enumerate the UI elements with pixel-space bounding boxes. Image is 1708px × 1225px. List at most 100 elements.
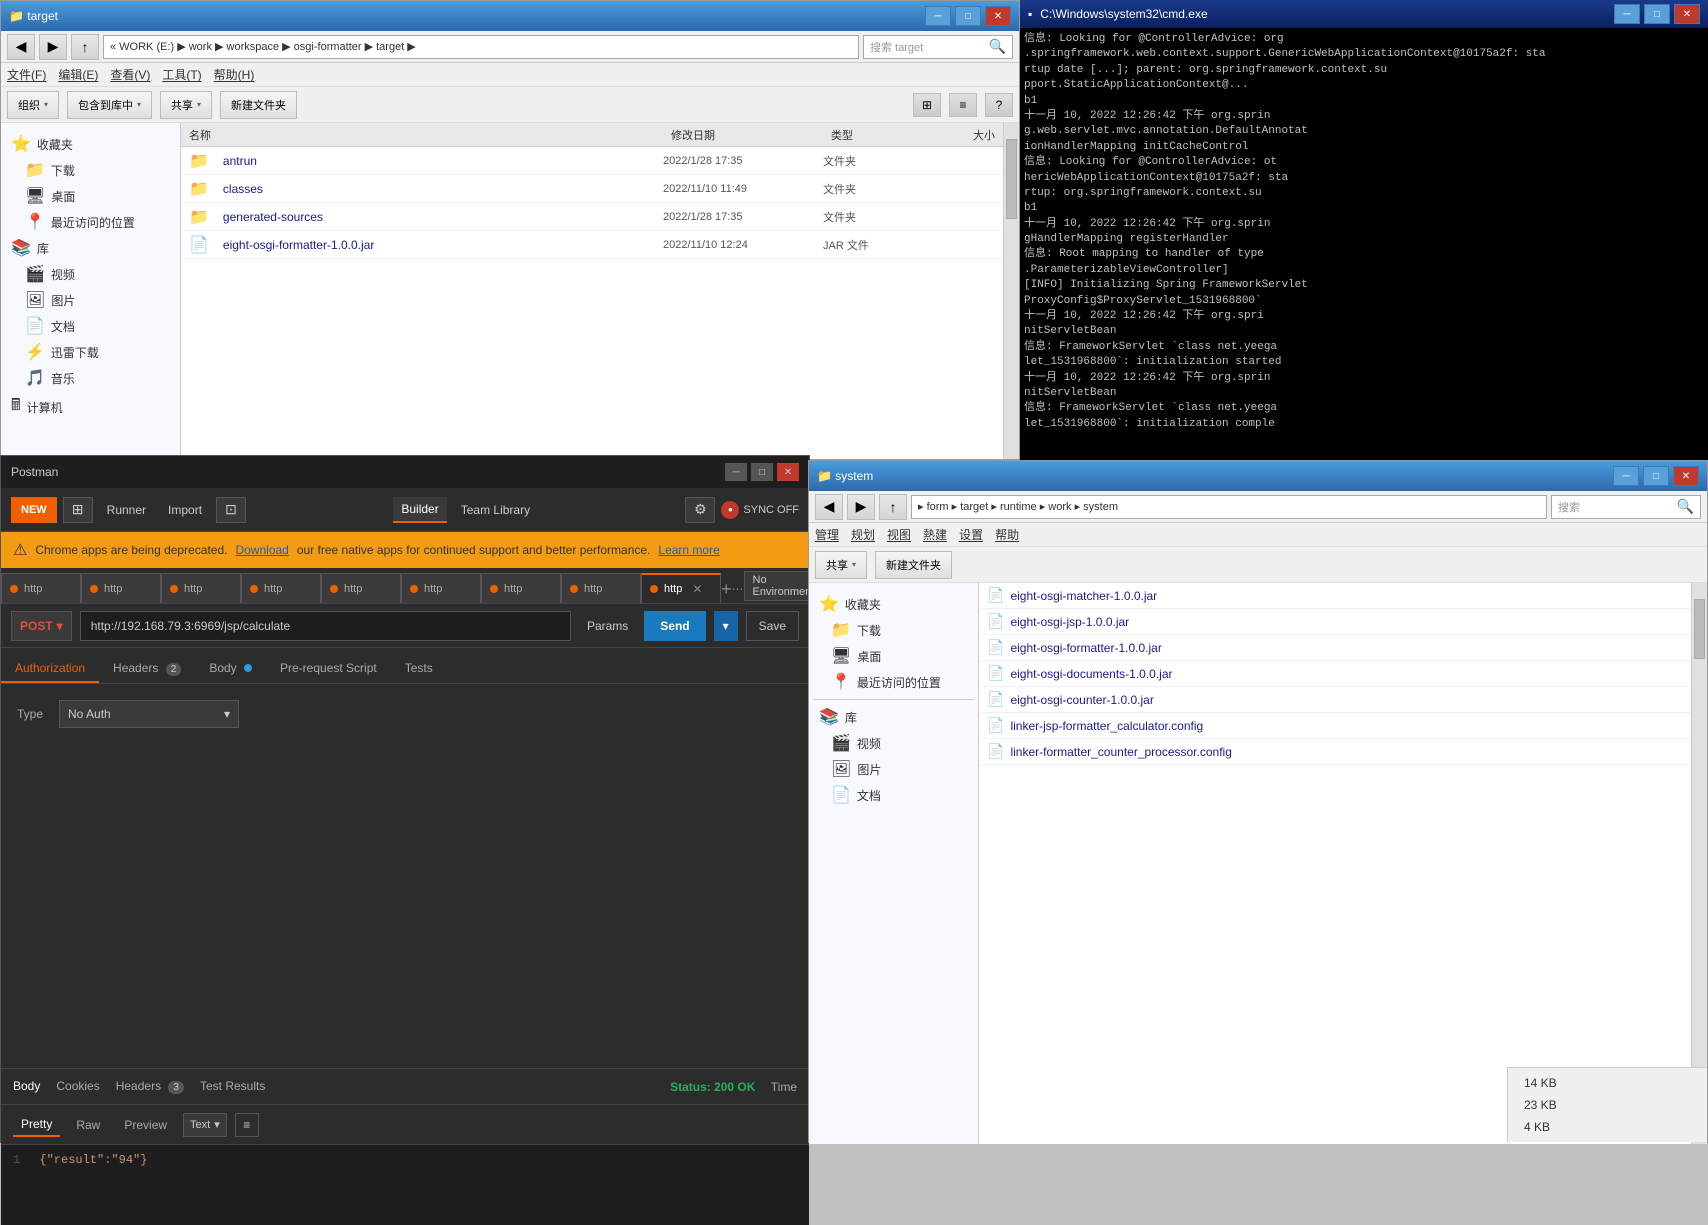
- table-row[interactable]: 📁 antrun 2022/1/28 17:35 文件夹: [181, 147, 1003, 175]
- table-row[interactable]: 📄 linker-formatter_counter_processor.con…: [979, 739, 1691, 765]
- layout-icon-button[interactable]: ⊞: [63, 497, 93, 523]
- tab-pre-request-script[interactable]: Pre-request Script: [266, 655, 391, 683]
- table-row[interactable]: 📄 eight-osgi-counter-1.0.0.jar: [979, 687, 1691, 713]
- new-folder-button[interactable]: 新建文件夹: [220, 91, 297, 119]
- sidebar-item-desktop[interactable]: 🖥桌面: [5, 183, 176, 209]
- new-tab-icon-button[interactable]: ⊡: [216, 497, 246, 523]
- col-header-name[interactable]: 名称: [181, 127, 663, 143]
- response-tab-cookies[interactable]: Cookies: [56, 1073, 99, 1101]
- up-button[interactable]: ↑: [71, 34, 99, 60]
- tab-http-active[interactable]: http ✕: [641, 573, 721, 603]
- tab-headers[interactable]: Headers 2: [99, 655, 195, 683]
- response-tab-headers[interactable]: Headers 3: [116, 1073, 184, 1101]
- second-search-box[interactable]: 搜索 🔍: [1551, 495, 1701, 519]
- team-library-button[interactable]: Team Library: [453, 497, 538, 523]
- second-sidebar-desktop[interactable]: 🖥桌面: [813, 643, 974, 669]
- second-sidebar-favorites[interactable]: ⭐收藏夹: [813, 591, 974, 617]
- learn-more-link[interactable]: Learn more: [658, 543, 719, 557]
- tab-close-button[interactable]: ✕: [692, 582, 702, 596]
- table-row[interactable]: 📄 eight-osgi-formatter-1.0.0.jar: [979, 635, 1691, 661]
- sidebar-item-pictures[interactable]: 🖼图片: [5, 287, 176, 313]
- second-sidebar-downloads[interactable]: 📁下载: [813, 617, 974, 643]
- table-row[interactable]: 📄 eight-osgi-jsp-1.0.0.jar: [979, 609, 1691, 635]
- menu-view[interactable]: 查看(V): [110, 66, 150, 83]
- sidebar-item-downloads[interactable]: 📁下载: [5, 157, 176, 183]
- response-tab-body[interactable]: Body: [13, 1073, 40, 1101]
- tab-http-2[interactable]: http: [81, 573, 161, 603]
- sidebar-item-docs[interactable]: 📄文档: [5, 313, 176, 339]
- second-vertical-scrollbar[interactable]: [1691, 583, 1707, 1144]
- raw-button[interactable]: Raw: [68, 1114, 108, 1136]
- format-select[interactable]: Text ▾: [183, 1113, 227, 1137]
- second-forward-button[interactable]: ▶: [847, 494, 875, 520]
- table-row[interactable]: 📄 eight-osgi-formatter-1.0.0.jar 2022/11…: [181, 231, 1003, 259]
- sync-button[interactable]: ● SYNC OFF: [721, 501, 799, 519]
- second-new-folder-button[interactable]: 新建文件夹: [875, 551, 952, 579]
- preview-button[interactable]: Preview: [116, 1114, 175, 1136]
- postman-close-button[interactable]: ✕: [777, 463, 799, 481]
- minimize-button[interactable]: ─: [925, 6, 951, 26]
- tab-tests[interactable]: Tests: [391, 655, 447, 683]
- cmd-minimize-button[interactable]: ─: [1614, 4, 1640, 24]
- second-menu-help[interactable]: 设置: [959, 526, 983, 543]
- tab-http-7[interactable]: http: [481, 573, 561, 603]
- sidebar-item-computer[interactable]: 🖩计算机: [5, 391, 176, 424]
- more-tabs-button[interactable]: ⋯: [732, 575, 744, 603]
- col-header-type[interactable]: 类型: [823, 127, 923, 143]
- response-tab-test-results[interactable]: Test Results: [200, 1073, 265, 1101]
- search-box[interactable]: 搜索 target 🔍: [863, 35, 1013, 59]
- menu-file[interactable]: 文件(F): [7, 66, 46, 83]
- sidebar-item-library[interactable]: 📚库: [5, 235, 176, 261]
- second-menu-file[interactable]: 管理: [815, 526, 839, 543]
- search-icon[interactable]: 🔍: [989, 38, 1006, 55]
- add-tab-button[interactable]: +: [721, 575, 732, 603]
- tab-http-5[interactable]: http: [321, 573, 401, 603]
- include-library-button[interactable]: 包含到库中 ▾: [67, 91, 152, 119]
- col-header-date[interactable]: 修改日期: [663, 127, 823, 143]
- builder-button[interactable]: Builder: [393, 497, 446, 523]
- download-link[interactable]: Download: [235, 543, 288, 557]
- address-bar[interactable]: « WORK (E:) ▶ work ▶ workspace ▶ osgi-fo…: [103, 35, 859, 59]
- vertical-scrollbar[interactable]: [1003, 123, 1019, 459]
- sidebar-item-xunlei[interactable]: ⚡迅雷下载: [5, 339, 176, 365]
- sidebar-item-video[interactable]: 🎬视频: [5, 261, 176, 287]
- col-header-size[interactable]: 大小: [923, 127, 1003, 143]
- postman-maximize-button[interactable]: □: [751, 463, 773, 481]
- postman-minimize-button[interactable]: ─: [725, 463, 747, 481]
- view-details-button[interactable]: ≡: [949, 93, 977, 117]
- import-button[interactable]: Import: [160, 497, 210, 523]
- second-sidebar-recent[interactable]: 📍最近访问的位置: [813, 669, 974, 695]
- maximize-button[interactable]: □: [955, 6, 981, 26]
- cmd-maximize-button[interactable]: □: [1644, 4, 1670, 24]
- wrap-button[interactable]: ≡: [235, 1113, 259, 1137]
- url-input[interactable]: [80, 611, 571, 641]
- share-button[interactable]: 共享 ▾: [160, 91, 212, 119]
- tab-http-6[interactable]: http: [401, 573, 481, 603]
- sidebar-item-music[interactable]: 🎵音乐: [5, 365, 176, 391]
- table-row[interactable]: 📁 generated-sources 2022/1/28 17:35 文件夹: [181, 203, 1003, 231]
- second-scroll-thumb[interactable]: [1694, 599, 1705, 659]
- tab-authorization[interactable]: Authorization: [1, 655, 99, 683]
- save-button[interactable]: Save: [746, 611, 799, 641]
- menu-help[interactable]: 帮助(H): [214, 66, 255, 83]
- second-share-button[interactable]: 共享 ▾: [815, 551, 867, 579]
- tab-http-8[interactable]: http: [561, 573, 641, 603]
- auth-type-select[interactable]: No Auth ▾: [59, 700, 239, 728]
- method-select[interactable]: POST ▾: [11, 611, 72, 641]
- second-minimize-button[interactable]: ─: [1613, 466, 1639, 486]
- close-button[interactable]: ✕: [985, 6, 1011, 26]
- params-button[interactable]: Params: [579, 619, 636, 633]
- second-address-bar[interactable]: ▸ form ▸ target ▸ runtime ▸ work ▸ syste…: [911, 495, 1547, 519]
- menu-tools[interactable]: 工具(T): [162, 66, 201, 83]
- second-maximize-button[interactable]: □: [1643, 466, 1669, 486]
- second-up-button[interactable]: ↑: [879, 494, 907, 520]
- second-menu-edit[interactable]: 规划: [851, 526, 875, 543]
- sidebar-item-recent[interactable]: 📍最近访问的位置: [5, 209, 176, 235]
- second-sidebar-pictures[interactable]: 🖼图片: [813, 756, 974, 782]
- second-close-button[interactable]: ✕: [1673, 466, 1699, 486]
- second-menu-tools[interactable]: 熱建: [923, 526, 947, 543]
- forward-button[interactable]: ▶: [39, 34, 67, 60]
- second-menu-view[interactable]: 视图: [887, 526, 911, 543]
- second-search-icon[interactable]: 🔍: [1677, 498, 1694, 515]
- send-button[interactable]: Send: [644, 611, 705, 641]
